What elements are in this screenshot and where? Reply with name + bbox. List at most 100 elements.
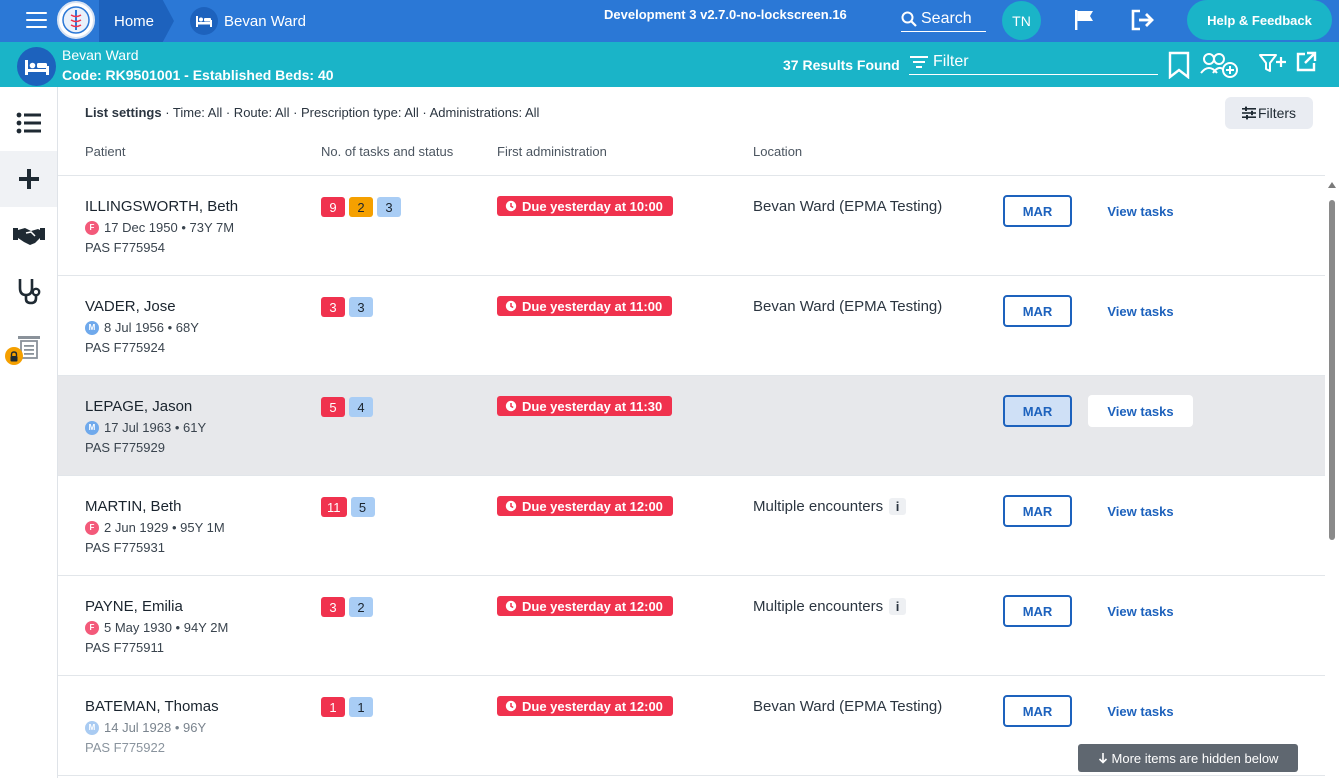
task-count-badge: 1 bbox=[321, 697, 345, 717]
mar-button[interactable]: MAR bbox=[1003, 395, 1072, 427]
scrollbar[interactable] bbox=[1325, 182, 1339, 778]
rail-list[interactable] bbox=[0, 95, 57, 151]
view-tasks-button[interactable]: View tasks bbox=[1088, 195, 1193, 227]
gender-badge: F bbox=[85, 620, 99, 635]
column-header-patient[interactable]: Patient bbox=[85, 144, 125, 159]
due-status-badge: Due yesterday at 10:00 bbox=[497, 196, 673, 216]
due-status-badge: Due yesterday at 11:00 bbox=[497, 296, 673, 316]
list-settings-label: List settings bbox=[85, 105, 162, 120]
rail-reports-locked[interactable] bbox=[0, 319, 57, 375]
column-header-location[interactable]: Location bbox=[753, 144, 802, 159]
rail-clinical[interactable] bbox=[0, 263, 57, 319]
environment-title: Development 3 v2.7.0-no-lockscreen.16 bbox=[604, 7, 847, 22]
clock-icon bbox=[505, 200, 517, 212]
scrollbar-thumb[interactable] bbox=[1329, 200, 1335, 540]
task-count-badge: 3 bbox=[377, 197, 401, 217]
filter-lines-icon bbox=[910, 56, 928, 68]
patient-name[interactable]: LEPAGE, Jason bbox=[85, 398, 192, 415]
scroll-up-arrow[interactable] bbox=[1328, 182, 1336, 188]
column-header-first-administration[interactable]: First administration bbox=[497, 144, 607, 159]
search-button[interactable]: Search bbox=[901, 6, 986, 32]
mar-button[interactable]: MAR bbox=[1003, 595, 1072, 627]
filters-label: Filters bbox=[1257, 105, 1297, 121]
bookmark-icon[interactable] bbox=[1167, 51, 1191, 84]
dob-age-text: 14 Jul 1928 • 96Y bbox=[104, 720, 207, 735]
list-icon bbox=[16, 112, 41, 134]
table-row[interactable]: VADER, Jose M 8 Jul 1956 • 68Y PAS F775924 3… bbox=[58, 276, 1325, 376]
patient-dob-age: M 17 Jul 1963 • 61Y bbox=[85, 420, 206, 435]
view-tasks-button[interactable]: View tasks bbox=[1088, 595, 1193, 627]
search-icon bbox=[901, 11, 917, 27]
dob-age-text: 5 May 1930 • 94Y 2M bbox=[104, 620, 229, 635]
patient-name[interactable]: PAYNE, Emilia bbox=[85, 598, 183, 615]
mar-button[interactable]: MAR bbox=[1003, 695, 1072, 727]
task-count-badge: 1 bbox=[349, 697, 373, 717]
table-row[interactable]: PAYNE, Emilia F 5 May 1930 • 94Y 2M PAS F77… bbox=[58, 576, 1325, 676]
table-row[interactable]: MARTIN, Beth F 2 Jun 1929 • 95Y 1M PAS F775… bbox=[58, 476, 1325, 576]
help-feedback-button[interactable]: Help & Feedback bbox=[1187, 0, 1332, 40]
filter-placeholder: Filter bbox=[933, 53, 969, 70]
dob-age-text: 17 Jul 1963 • 61Y bbox=[104, 420, 207, 435]
breadcrumb-home[interactable]: Home bbox=[99, 0, 174, 42]
due-status-text: Due yesterday at 11:00 bbox=[522, 298, 663, 314]
patient-name[interactable]: VADER, Jose bbox=[85, 298, 176, 315]
mar-button[interactable]: MAR bbox=[1003, 195, 1072, 227]
user-avatar[interactable]: TN bbox=[1002, 1, 1041, 40]
add-users-icon[interactable] bbox=[1199, 51, 1241, 84]
patient-name[interactable]: BATEMAN, Thomas bbox=[85, 698, 219, 715]
plus-icon bbox=[18, 169, 39, 189]
view-tasks-button[interactable]: View tasks bbox=[1088, 495, 1193, 527]
open-external-icon[interactable] bbox=[1295, 51, 1317, 78]
location-text: Bevan Ward (EPMA Testing) bbox=[753, 198, 943, 215]
task-count-badge: 9 bbox=[321, 197, 345, 217]
due-status-text: Due yesterday at 11:30 bbox=[522, 398, 663, 414]
rail-add[interactable] bbox=[0, 151, 57, 207]
gender-badge: M bbox=[85, 420, 99, 435]
list-settings-values: · Time: All · Route: All · Prescription … bbox=[161, 105, 540, 120]
column-header-tasks[interactable]: No. of tasks and status bbox=[321, 144, 453, 159]
clock-icon bbox=[505, 500, 517, 512]
patient-dob-age: F 5 May 1930 • 94Y 2M bbox=[85, 620, 228, 635]
mar-button[interactable]: MAR bbox=[1003, 295, 1072, 327]
mar-button[interactable]: MAR bbox=[1003, 495, 1072, 527]
table-row[interactable]: ILLINGSWORTH, Beth F 17 Dec 1950 • 73Y 7M P… bbox=[58, 176, 1325, 276]
task-count-badge: 3 bbox=[321, 297, 345, 317]
dob-age-text: 2 Jun 1929 • 95Y 1M bbox=[104, 520, 225, 535]
table-row[interactable]: LEPAGE, Jason M 17 Jul 1963 • 61Y PAS F7759… bbox=[58, 376, 1325, 476]
due-status-badge: Due yesterday at 12:00 bbox=[497, 696, 673, 716]
search-label: Search bbox=[921, 9, 972, 27]
flag-icon[interactable] bbox=[1073, 9, 1095, 36]
view-tasks-button[interactable]: View tasks bbox=[1088, 695, 1193, 727]
handshake-icon bbox=[12, 228, 45, 245]
info-icon[interactable]: i bbox=[889, 498, 907, 515]
patient-name[interactable]: MARTIN, Beth bbox=[85, 498, 181, 515]
filters-button[interactable]: Filters bbox=[1225, 97, 1313, 129]
filter-add-icon[interactable] bbox=[1258, 51, 1288, 80]
clock-icon bbox=[505, 700, 517, 712]
task-count-badge: 2 bbox=[349, 197, 373, 217]
more-items-hidden-button[interactable]: More items are hidden below bbox=[1078, 744, 1298, 772]
clock-icon bbox=[505, 600, 517, 612]
task-status-badges: 54 bbox=[321, 397, 373, 417]
logout-icon[interactable] bbox=[1130, 9, 1156, 36]
info-icon[interactable]: i bbox=[889, 598, 907, 615]
patient-location: Bevan Ward (EPMA Testing) bbox=[753, 298, 942, 315]
stethoscope-icon bbox=[18, 279, 40, 305]
gender-badge: F bbox=[85, 220, 99, 235]
menu-icon[interactable] bbox=[26, 12, 47, 28]
rail-handover[interactable] bbox=[0, 207, 57, 263]
task-status-badges: 32 bbox=[321, 597, 373, 617]
ward-header-bar: Bevan Ward Code: RK9501001 - Established… bbox=[0, 42, 1339, 87]
due-status-text: Due yesterday at 12:00 bbox=[522, 598, 663, 614]
task-count-badge: 3 bbox=[349, 297, 373, 317]
location-text: Multiple encounters bbox=[753, 498, 884, 515]
task-count-badge: 3 bbox=[321, 597, 345, 617]
patient-pas-number: PAS F775911 bbox=[85, 640, 165, 655]
view-tasks-button[interactable]: View tasks bbox=[1088, 295, 1193, 327]
patient-name[interactable]: ILLINGSWORTH, Beth bbox=[85, 198, 238, 215]
breadcrumb-ward[interactable]: Bevan Ward bbox=[190, 6, 306, 36]
filter-input[interactable]: Filter bbox=[909, 50, 1158, 75]
patient-pas-number: PAS F775931 bbox=[85, 540, 165, 555]
task-count-badge: 5 bbox=[321, 397, 345, 417]
view-tasks-button[interactable]: View tasks bbox=[1088, 395, 1193, 427]
